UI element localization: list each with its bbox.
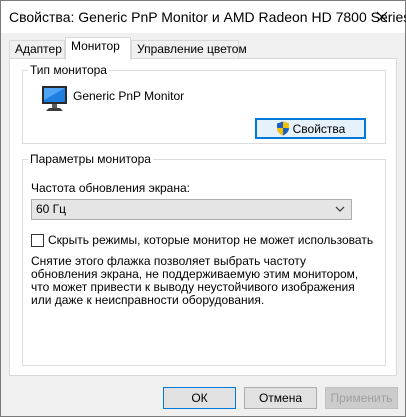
hide-modes-description: Снятие этого флажка позволяет выбрать ча… — [31, 254, 359, 307]
ok-button[interactable]: ОК — [163, 387, 236, 409]
monitor-properties-label: Свойства — [292, 121, 346, 136]
monitor-type-label: Тип монитора — [28, 63, 109, 77]
close-icon — [376, 11, 388, 23]
chevron-down-icon — [335, 206, 345, 212]
monitor-settings-label: Параметры монитора — [28, 152, 153, 166]
title-bar: Свойства: Generic PnP Monitor и AMD Rade… — [1, 1, 406, 33]
monitor-icon — [42, 86, 67, 111]
tab-color-management[interactable]: Управление цветом — [131, 40, 247, 59]
tab-panel-monitor: Тип монитора Generic PnP Monitor Свойств… — [9, 58, 397, 376]
monitor-type-group: Тип монитора Generic PnP Monitor Свойств… — [22, 63, 386, 144]
refresh-rate-select[interactable]: 60 Гц — [31, 199, 352, 220]
cancel-button[interactable]: Отмена — [244, 387, 317, 409]
tab-monitor[interactable]: Монитор — [65, 37, 131, 60]
close-button[interactable] — [359, 1, 405, 33]
monitor-settings-group: Параметры монитора Частота обновления эк… — [22, 152, 386, 366]
monitor-name: Generic PnP Monitor — [73, 89, 185, 103]
hide-modes-checkbox[interactable] — [31, 234, 44, 247]
properties-dialog: Свойства: Generic PnP Monitor и AMD Rade… — [0, 0, 406, 417]
shield-icon — [276, 121, 289, 136]
apply-button[interactable]: Применить — [325, 387, 398, 409]
hide-modes-label: Скрыть режимы, которые монитор не может … — [48, 233, 374, 247]
refresh-rate-value: 60 Гц — [36, 202, 67, 216]
refresh-rate-label: Частота обновления экрана: — [31, 181, 190, 195]
monitor-properties-button[interactable]: Свойства — [255, 118, 366, 139]
window-title: Свойства: Generic PnP Monitor и AMD Rade… — [9, 9, 406, 25]
tab-adapter[interactable]: Адаптер — [9, 40, 65, 59]
